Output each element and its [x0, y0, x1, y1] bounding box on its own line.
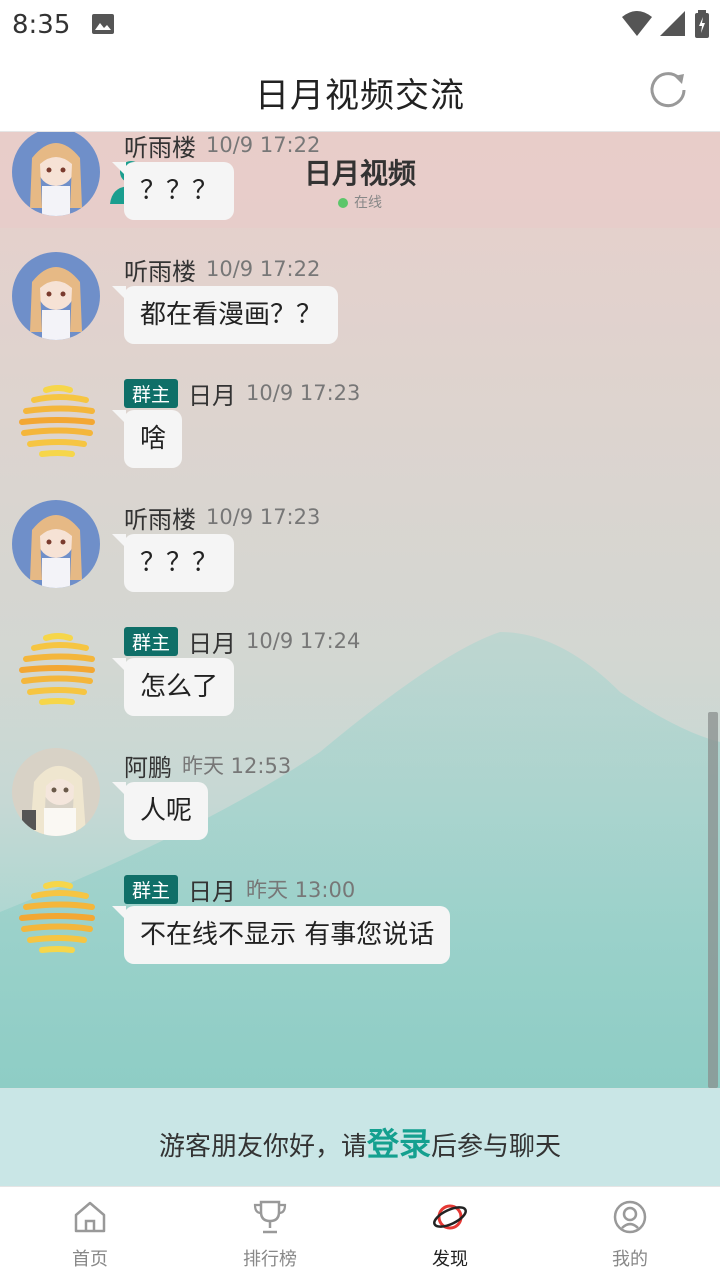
owner-badge: 群主	[124, 626, 179, 656]
sender-name: 听雨楼	[124, 257, 196, 286]
profile-icon	[613, 1200, 647, 1234]
chat-message: 听雨楼 10/9 17:23 ？？？	[0, 500, 720, 624]
message-bubble[interactable]: 怎么了	[111, 658, 235, 716]
owner-badge: 群主	[124, 378, 179, 408]
battery-icon	[695, 10, 709, 38]
message-time: 10/9 17:23	[206, 505, 321, 529]
tab-label: 发现	[432, 1249, 468, 1270]
login-prefix: 游客朋友你好，请	[158, 1132, 367, 1162]
avatar[interactable]	[12, 132, 100, 216]
tab-label: 排行榜	[243, 1249, 297, 1270]
tab-label: 我的	[612, 1249, 648, 1270]
message-bubble[interactable]: 不在线不显示 有事您说话	[111, 906, 451, 964]
sender-name: 日月	[188, 381, 237, 410]
message-meta: 群主 日月 10/9 17:24	[124, 626, 361, 658]
message-time: 10/9 17:22	[206, 133, 321, 157]
status-bar: 8:35	[0, 0, 720, 50]
sender-name: 听雨楼	[124, 133, 196, 162]
chat-message: 听雨楼 10/9 17:22 都在看漫画？？	[0, 252, 720, 376]
avatar[interactable]	[12, 872, 100, 960]
message-time: 昨天 13:00	[246, 878, 356, 902]
sender-name: 阿鹏	[124, 753, 172, 782]
owner-badge: 群主	[124, 874, 179, 904]
message-time: 10/9 17:23	[246, 381, 361, 405]
message-bubble[interactable]: ？？？	[111, 534, 235, 592]
wifi-icon	[622, 11, 652, 36]
trophy-icon	[253, 1200, 287, 1234]
refresh-icon[interactable]	[644, 66, 692, 114]
tab-home[interactable]: 首页	[0, 1187, 180, 1280]
status-time: 8:35	[12, 10, 71, 40]
message-bubble[interactable]: 都在看漫画？？	[111, 286, 339, 344]
image-notification-icon	[92, 14, 114, 34]
sender-name: 日月	[188, 629, 237, 658]
chat-message: 群主 日月 昨天 13:00 不在线不显示 有事您说话	[0, 872, 720, 996]
status-icons	[622, 10, 710, 38]
tab-discover[interactable]: 发现	[360, 1187, 540, 1280]
app-header: 日月视频交流	[0, 50, 720, 132]
bottom-tab-bar: 首页 排行榜 发现 我的	[0, 1186, 720, 1280]
login-prompt: 游客朋友你好，请登录后参与聊天	[0, 1088, 720, 1186]
message-meta: 听雨楼 10/9 17:23	[124, 502, 321, 534]
sender-name: 听雨楼	[124, 505, 196, 534]
chat-message: 群主 日月 10/9 17:23 啥	[0, 376, 720, 500]
tab-profile[interactable]: 我的	[540, 1187, 720, 1280]
chat-message: 听雨楼 10/9 17:22 ？？？	[0, 132, 720, 252]
avatar[interactable]	[12, 376, 100, 464]
message-meta: 群主 日月 昨天 13:00	[124, 874, 356, 906]
message-time: 昨天 12:53	[182, 754, 292, 778]
message-meta: 群主 日月 10/9 17:23	[124, 378, 361, 410]
message-time: 10/9 17:22	[206, 257, 321, 281]
message-time: 10/9 17:24	[246, 629, 361, 653]
page-title: 日月视频交流	[255, 76, 465, 116]
message-meta: 听雨楼 10/9 17:22	[124, 132, 321, 162]
login-suffix: 后参与聊天	[431, 1132, 562, 1162]
planet-icon	[433, 1204, 467, 1230]
avatar[interactable]	[12, 624, 100, 712]
tab-ranking[interactable]: 排行榜	[180, 1187, 360, 1280]
avatar[interactable]	[12, 252, 100, 340]
login-link[interactable]: 登录	[367, 1125, 431, 1163]
message-bubble[interactable]: 啥	[111, 410, 183, 468]
login-prompt-text: 游客朋友你好，请登录后参与聊天	[0, 1119, 720, 1165]
message-meta: 阿鹏 昨天 12:53	[124, 750, 292, 782]
scrollbar[interactable]	[708, 712, 718, 1088]
message-bubble[interactable]: ？？？	[111, 162, 235, 220]
home-icon	[74, 1201, 106, 1233]
signal-icon	[660, 11, 685, 36]
tab-label: 首页	[72, 1249, 108, 1270]
avatar[interactable]	[12, 748, 100, 836]
message-meta: 听雨楼 10/9 17:22	[124, 254, 321, 286]
message-bubble[interactable]: 人呢	[111, 782, 209, 840]
avatar[interactable]	[12, 500, 100, 588]
chat-message: 阿鹏 昨天 12:53 人呢	[0, 748, 720, 872]
chat-area[interactable]: 日月视频 在线 听雨楼 10/9 17:22？？？ 听雨楼 10/9 17:22 都在看…	[0, 132, 720, 1088]
chat-message: 群主 日月 10/9 17:24 怎么了	[0, 624, 720, 748]
sender-name: 日月	[188, 877, 237, 906]
